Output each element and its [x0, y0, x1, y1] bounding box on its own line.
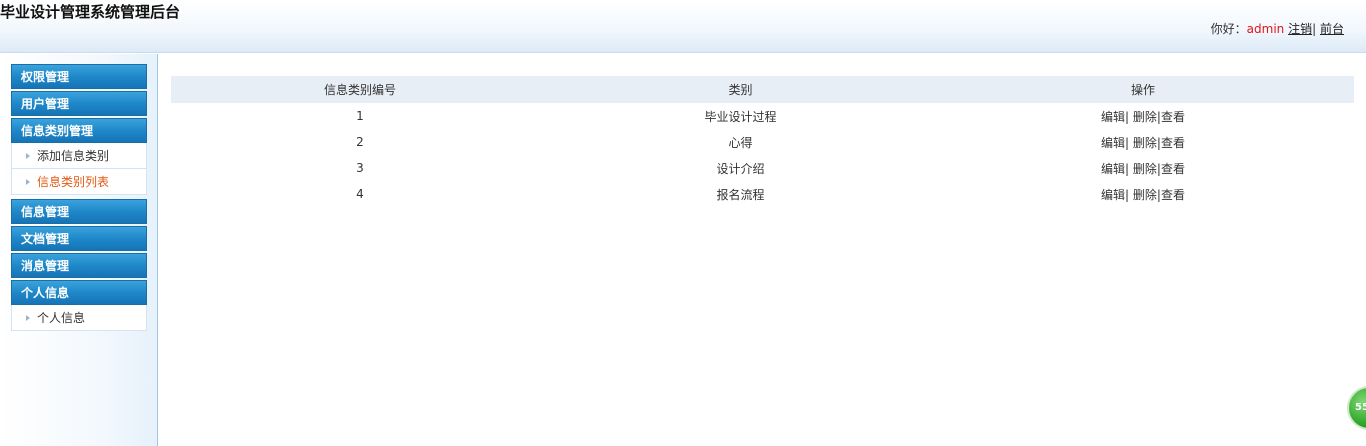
- menu-personal[interactable]: 个人信息: [11, 280, 147, 305]
- view-link[interactable]: 查看: [1161, 188, 1185, 202]
- menu-permission[interactable]: 权限管理: [11, 64, 147, 89]
- cell-actions: 编辑| 删除|查看: [932, 129, 1354, 155]
- menu-item-label: 个人信息: [37, 311, 86, 325]
- edit-link[interactable]: 编辑|: [1101, 136, 1129, 150]
- menu-group-documents: 文档管理: [11, 226, 147, 251]
- delete-link[interactable]: 删除: [1133, 162, 1157, 176]
- edit-link[interactable]: 编辑|: [1101, 188, 1129, 202]
- user-bar: 你好：admin 注销| 前台: [1211, 20, 1344, 37]
- table-header-row: 信息类别编号 类别 操作: [171, 76, 1354, 103]
- triangle-right-icon: [26, 315, 30, 321]
- menu-group-personal: 个人信息 个人信息: [11, 280, 147, 331]
- cell-category: 毕业设计过程: [704, 109, 777, 124]
- menu-item-personal-info[interactable]: 个人信息: [11, 305, 147, 331]
- menu-group-info-category: 信息类别管理 添加信息类别 信息类别列表: [11, 118, 147, 195]
- triangle-right-icon: [26, 179, 30, 185]
- cell-actions: 编辑| 删除|查看: [932, 181, 1354, 207]
- cell-category: 设计介绍: [716, 161, 765, 176]
- top-header: 毕业设计管理系统管理后台 你好：admin 注销| 前台: [0, 0, 1366, 53]
- menu-info-category[interactable]: 信息类别管理: [11, 118, 147, 143]
- menu-group-info: 信息管理: [11, 199, 147, 224]
- floating-badge[interactable]: 55: [1347, 386, 1366, 430]
- cell-id: 1: [356, 109, 364, 123]
- separator: |: [1312, 22, 1317, 36]
- delete-link[interactable]: 删除: [1133, 110, 1157, 124]
- view-link[interactable]: 查看: [1161, 110, 1185, 124]
- menu-item-label: 信息类别列表: [37, 175, 110, 189]
- cell-id: 3: [356, 161, 364, 175]
- cell-category: 报名流程: [716, 187, 765, 202]
- cell-category: 心得: [728, 135, 753, 150]
- delete-link[interactable]: 删除: [1133, 136, 1157, 150]
- edit-link[interactable]: 编辑|: [1101, 162, 1129, 176]
- menu-group-permission: 权限管理: [11, 64, 147, 89]
- table-row: 4 报名流程 编辑| 删除|查看: [171, 181, 1354, 207]
- cell-id: 4: [356, 187, 364, 201]
- view-link[interactable]: 查看: [1161, 162, 1185, 176]
- menu-group-users: 用户管理: [11, 91, 147, 116]
- table-row: 1 毕业设计过程 编辑| 删除|查看: [171, 103, 1354, 129]
- column-header-id: 信息类别编号: [323, 83, 396, 97]
- menu-messages[interactable]: 消息管理: [11, 253, 147, 278]
- front-page-link[interactable]: 前台: [1320, 22, 1344, 36]
- menu-info[interactable]: 信息管理: [11, 199, 147, 224]
- username: admin: [1246, 22, 1285, 36]
- cell-id: 2: [356, 135, 364, 149]
- column-header-actions: 操作: [1130, 83, 1155, 97]
- triangle-right-icon: [26, 153, 30, 159]
- menu-documents[interactable]: 文档管理: [11, 226, 147, 251]
- table-row: 2 心得 编辑| 删除|查看: [171, 129, 1354, 155]
- cell-actions: 编辑| 删除|查看: [932, 103, 1354, 129]
- view-link[interactable]: 查看: [1161, 136, 1185, 150]
- category-table: 信息类别编号 类别 操作 1 毕业设计过程 编辑| 删除|查看 2 心得 编辑|…: [171, 76, 1354, 207]
- greeting-text: 你好：: [1210, 22, 1247, 36]
- sidebar: 权限管理 用户管理 信息类别管理 添加信息类别 信息类别列表 信息管理 文档管理…: [0, 54, 158, 446]
- menu-item-category-list[interactable]: 信息类别列表: [11, 169, 147, 195]
- main-content: 信息类别编号 类别 操作 1 毕业设计过程 编辑| 删除|查看 2 心得 编辑|…: [171, 76, 1354, 207]
- edit-link[interactable]: 编辑|: [1101, 110, 1129, 124]
- logout-link[interactable]: 注销: [1288, 22, 1312, 36]
- menu-group-messages: 消息管理: [11, 253, 147, 278]
- delete-link[interactable]: 删除: [1133, 188, 1157, 202]
- column-header-category: 类别: [728, 83, 753, 97]
- menu-item-label: 添加信息类别: [37, 149, 110, 163]
- cell-actions: 编辑| 删除|查看: [932, 155, 1354, 181]
- app-title: 毕业设计管理系统管理后台: [0, 3, 181, 21]
- table-row: 3 设计介绍 编辑| 删除|查看: [171, 155, 1354, 181]
- menu-item-add-category[interactable]: 添加信息类别: [11, 143, 147, 169]
- menu-users[interactable]: 用户管理: [11, 91, 147, 116]
